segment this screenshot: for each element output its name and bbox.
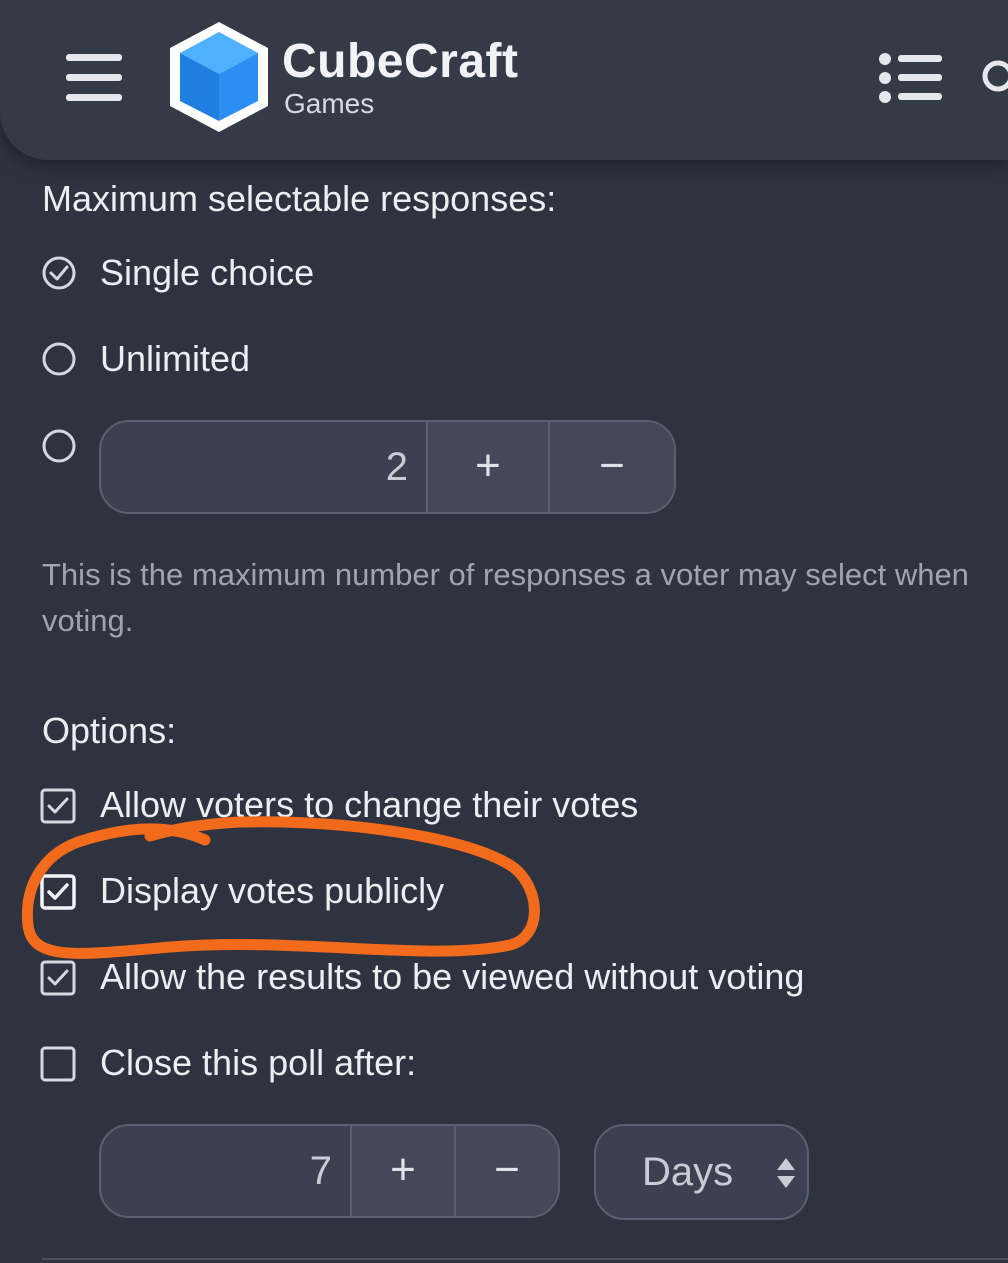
increment-button[interactable]: + <box>426 422 548 512</box>
close-poll-label[interactable]: Close this poll after: <box>100 1042 416 1084</box>
brand-subtitle: Games <box>284 88 375 119</box>
max-responses-label: Maximum selectable responses: <box>42 178 557 219</box>
divider <box>42 1258 1008 1260</box>
close-after-input[interactable]: 7 <box>101 1126 350 1216</box>
close-after-increment-button[interactable]: + <box>350 1126 454 1216</box>
app-header: CubeCraft Games <box>0 0 1008 160</box>
cube-logo-icon[interactable] <box>166 18 272 136</box>
single-choice-label[interactable]: Single choice <box>100 252 314 294</box>
allow-change-votes-label[interactable]: Allow voters to change their votes <box>100 784 638 826</box>
close-after-stepper: 7 + − <box>99 1124 560 1218</box>
decrement-button[interactable]: − <box>548 422 674 512</box>
unlimited-label[interactable]: Unlimited <box>100 338 250 380</box>
radio-custom-count[interactable] <box>42 429 76 463</box>
max-responses-stepper: 2 + − <box>99 420 676 514</box>
max-responses-input[interactable]: 2 <box>101 422 426 512</box>
close-after-unit-value: Days <box>642 1150 734 1194</box>
display-votes-publicly-label[interactable]: Display votes publicly <box>100 870 444 912</box>
list-icon[interactable] <box>878 52 942 104</box>
radio-single-choice[interactable] <box>42 256 76 290</box>
options-label: Options: <box>42 710 177 751</box>
close-after-decrement-button[interactable]: − <box>454 1126 558 1216</box>
close-after-unit-select[interactable]: Days <box>594 1124 809 1220</box>
checkbox-allow-change-votes[interactable] <box>40 788 76 824</box>
max-responses-help: This is the maximum number of responses … <box>42 557 969 638</box>
radio-unlimited[interactable] <box>42 342 76 376</box>
checkbox-close-poll[interactable] <box>40 1046 76 1082</box>
hamburger-icon[interactable] <box>66 54 122 102</box>
checkbox-view-results-without-voting[interactable] <box>40 960 76 996</box>
search-icon[interactable] <box>980 58 1008 98</box>
brand-name[interactable]: CubeCraft <box>282 34 519 89</box>
view-results-without-voting-label[interactable]: Allow the results to be viewed without v… <box>100 956 804 998</box>
checkbox-display-votes-publicly[interactable] <box>40 874 76 910</box>
select-arrows-icon <box>777 1158 795 1188</box>
